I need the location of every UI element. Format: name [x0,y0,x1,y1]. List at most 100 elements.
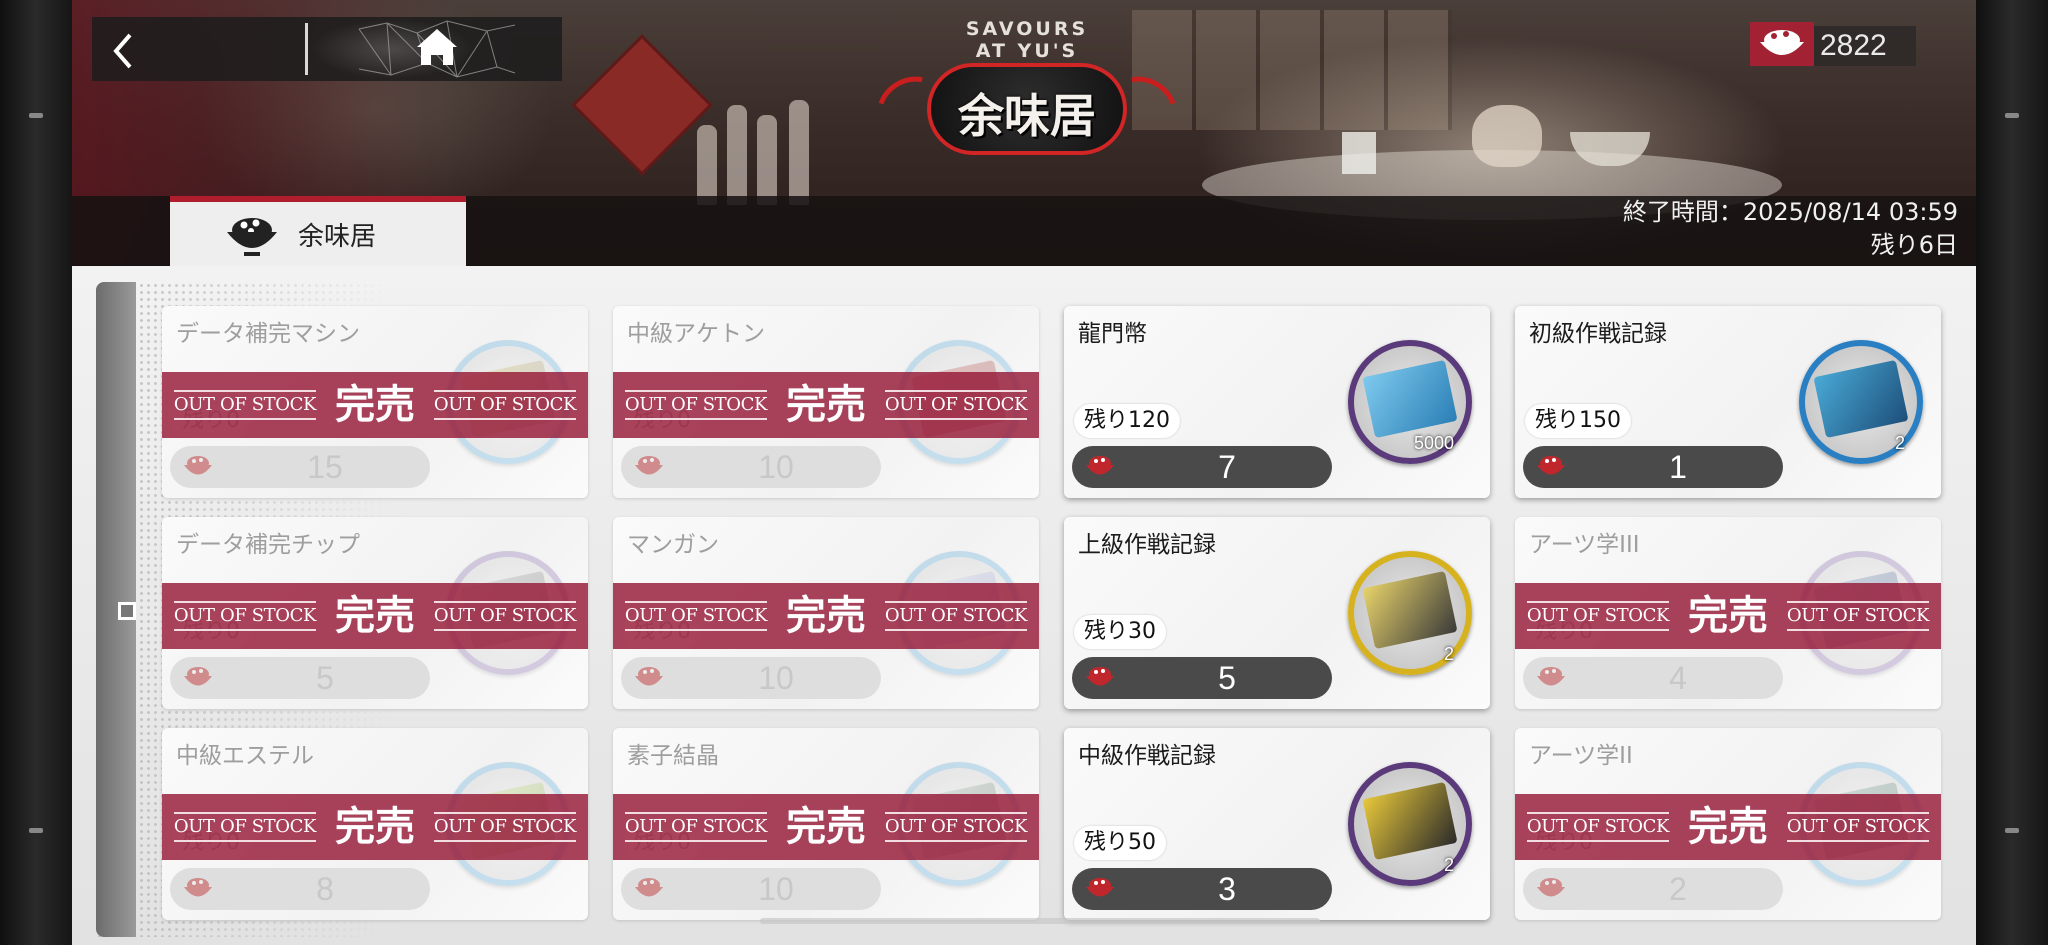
rice-bowl-icon [1537,878,1565,897]
price-bar: 1 [1523,446,1783,488]
item-stock: 残り30 [1074,615,1166,649]
shop-item-card[interactable]: アーツ学II残り02OUT OF STOCK完売OUT OF STOCK [1515,728,1941,920]
rice-bowl-icon [635,667,663,686]
out-of-stock-label: OUT OF STOCK [873,372,1039,438]
rice-bowl-icon [1086,456,1114,475]
sold-out-banner: OUT OF STOCK 完売 OUT OF STOCK [613,583,1039,649]
shop-item-card[interactable]: データ補完マシン残り015OUT OF STOCK完売OUT OF STOCK [162,306,588,498]
item-price: 10 [758,449,794,485]
sold-out-label: 完売 [335,381,415,428]
out-of-stock-label: OUT OF STOCK [1515,794,1681,860]
item-price: 10 [758,871,794,907]
sold-out-label: 完売 [1688,803,1768,850]
shop-screen: SAVOURS AT YU'S 余味居 2822 余味居 終了時間：2025/0… [72,0,1976,945]
rice-bowl-icon [1086,878,1114,897]
rice-bowl-icon [184,667,212,686]
sold-out-banner: OUT OF STOCK 完売 OUT OF STOCK [1515,583,1941,649]
shop-item-card[interactable]: 中級アケトン残り010OUT OF STOCK完売OUT OF STOCK [613,306,1039,498]
item-price: 1 [1669,449,1687,485]
item-price: 15 [307,449,343,485]
sold-out-banner: OUT OF STOCK 完売 OUT OF STOCK [162,794,588,860]
shop-item-card[interactable]: 2 上級作戦記録残り30 5 [1064,517,1490,709]
item-name: 中級作戦記録 [1078,743,1216,769]
price-bar: 5 [170,657,430,699]
item-price: 5 [316,660,334,696]
price-bar: 7 [1072,446,1332,488]
sold-out-banner: OUT OF STOCK 完売 OUT OF STOCK [1515,794,1941,860]
shop-item-card[interactable]: 2 初級作戦記録 残り150 1 [1515,306,1941,498]
shop-item-card[interactable]: 素子結晶残り010OUT OF STOCK完売OUT OF STOCK [613,728,1039,920]
out-of-stock-label: OUT OF STOCK [422,583,588,649]
item-name: 素子結晶 [627,743,719,769]
item-stock: 残り150 [1525,404,1631,438]
item-name: マンガン [627,532,719,558]
sold-out-banner: OUT OF STOCK 完売 OUT OF STOCK [613,794,1039,860]
item-stock: 残り120 [1074,404,1180,438]
out-of-stock-label: OUT OF STOCK [1775,583,1941,649]
home-icon [358,20,516,78]
drill-battle-record-icon: 2 [1799,340,1923,464]
tab-label: 余味居 [298,222,377,252]
shop-item-card[interactable]: 2 中級作戦記録 残り50 3 [1064,728,1490,920]
sold-out-banner: OUT OF STOCK 完売 OUT OF STOCK [162,583,588,649]
device-frame-left [0,0,72,945]
item-name: 龍門幣 [1078,321,1147,347]
sold-out-label: 完売 [786,803,866,850]
item-price: 7 [1218,449,1236,485]
item-quantity: 2 [1894,433,1905,453]
out-of-stock-label: OUT OF STOCK [613,372,779,438]
out-of-stock-label: OUT OF STOCK [1775,794,1941,860]
item-name: 上級作戦記録 [1078,532,1216,558]
item-name: データ補完マシン [176,321,360,347]
rice-bowl-icon [635,878,663,897]
item-quantity: 5000 [1413,433,1454,453]
price-bar: 3 [1072,868,1332,910]
item-name: アーツ学II [1529,743,1633,769]
item-price: 4 [1669,660,1687,696]
back-button[interactable] [92,17,302,81]
item-name: アーツ学III [1529,532,1640,558]
home-button[interactable] [312,17,562,81]
shop-item-card[interactable]: 中級エステル残り08OUT OF STOCK完売OUT OF STOCK [162,728,588,920]
out-of-stock-label: OUT OF STOCK [162,372,328,438]
rice-bowl-icon [227,218,277,256]
tactical-battle-record-icon: 2 [1348,762,1472,886]
sold-out-label: 完売 [786,592,866,639]
sold-out-label: 完売 [335,592,415,639]
nav-divider [305,23,308,75]
out-of-stock-label: OUT OF STOCK [162,583,328,649]
side-indicator [118,602,136,620]
rice-bowl-icon [184,456,212,475]
strategic-battle-record-icon: 2 [1348,551,1472,675]
sold-out-label: 完売 [1688,592,1768,639]
lmd-icon: 5000 [1348,340,1472,464]
item-price: 3 [1218,871,1236,907]
currency-value: 2822 [1820,29,1887,62]
item-name: 中級アケトン [627,321,765,347]
out-of-stock-label: OUT OF STOCK [873,794,1039,860]
end-time-text: 終了時間：2025/08/14 03:59 [1622,198,1958,226]
item-price: 2 [1669,871,1687,907]
shop-item-card[interactable]: アーツ学III残り04OUT OF STOCK完売OUT OF STOCK [1515,517,1941,709]
shop-content: データ補完マシン残り015OUT OF STOCK完売OUT OF STOCK中… [72,266,1976,945]
sold-out-banner: OUT OF STOCK 完売 OUT OF STOCK [162,372,588,438]
price-bar: 10 [621,868,881,910]
price-bar: 4 [1523,657,1783,699]
tab-yumiju[interactable]: 余味居 [170,196,466,266]
item-name: 中級エステル [176,743,314,769]
price-bar: 8 [170,868,430,910]
sold-out-label: 完売 [786,381,866,428]
shop-item-card[interactable]: 5000 龍門幣残り120 7 [1064,306,1490,498]
price-bar: 5 [1072,657,1332,699]
scrollbar[interactable] [760,918,1320,924]
shop-logo: SAVOURS AT YU'S 余味居 [865,18,1189,168]
event-end-time: 終了時間：2025/08/14 03:59 残り6日 [1623,196,1958,262]
rice-bowl-icon [1537,667,1565,686]
shop-item-card[interactable]: マンガン残り010OUT OF STOCK完売OUT OF STOCK [613,517,1039,709]
sold-out-banner: OUT OF STOCK 完売 OUT OF STOCK [613,372,1039,438]
out-of-stock-label: OUT OF STOCK [613,794,779,860]
tab-bar: 余味居 終了時間：2025/08/14 03:59 残り6日 [72,196,1976,266]
shop-item-card[interactable]: データ補完チップ残り05OUT OF STOCK完売OUT OF STOCK [162,517,588,709]
rice-bowl-icon [1750,22,1814,66]
logo-title: 余味居 [958,89,1096,143]
